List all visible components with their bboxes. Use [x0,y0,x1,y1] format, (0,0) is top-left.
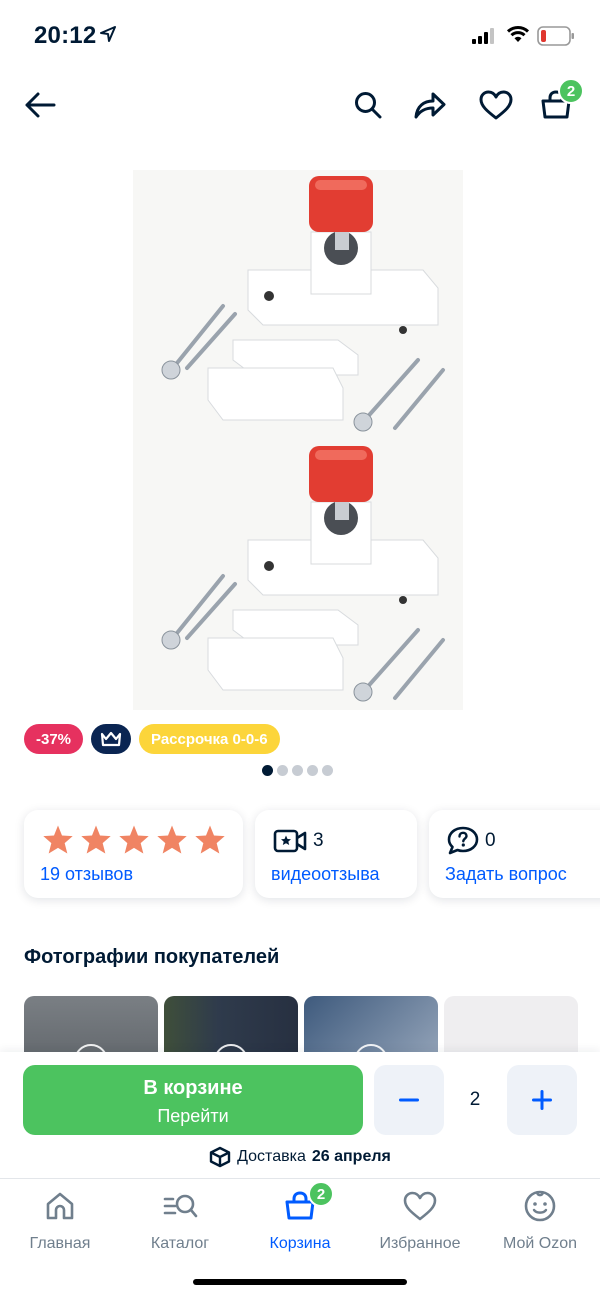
pagination-dot[interactable] [262,765,273,776]
cart-badge: 2 [558,78,584,104]
top-navigation: 2 [0,78,600,132]
pagination-dot[interactable] [307,765,318,776]
customer-photo[interactable] [304,996,438,1056]
heart-icon [403,1191,437,1221]
profile-icon [524,1190,556,1222]
increase-quantity-button[interactable] [507,1065,577,1135]
star-icon [157,825,187,854]
tab-label: Главная [29,1235,91,1252]
customer-photos-row [24,996,600,1056]
product-tags: -37% Рассрочка 0-0-6 [24,724,280,754]
video-reviews-card[interactable]: 3 видеоотзыва [255,810,417,898]
tab-my-ozon[interactable]: Мой Ozon [480,1187,600,1253]
cart-action-bar: В корзине Перейти 2 Доставка 26 апреля [0,1052,600,1178]
go-to-cart-label: Перейти [157,1106,229,1126]
tab-label: Каталог [150,1235,210,1252]
tab-label: Избранное [379,1235,461,1252]
cellular-signal-icon [472,28,494,44]
questions-card[interactable]: 0 Задать вопрос [429,810,600,898]
status-time: 20:12 [34,22,97,49]
favorite-button[interactable] [474,78,518,132]
in-cart-button[interactable]: В корзине Перейти [23,1065,363,1135]
battery-icon [537,26,574,46]
customer-photos-title: Фотографии покупателей [24,946,280,968]
video-reviews-label[interactable]: видеоотзыва [271,864,380,885]
delivery-info: Доставка 26 апреля [0,1146,600,1168]
tab-catalog[interactable]: Каталог [120,1187,240,1253]
ask-question-link[interactable]: Задать вопрос [445,864,567,885]
star-icon [119,825,149,854]
delivery-prefix: Доставка [237,1148,306,1165]
catalog-icon [163,1194,198,1218]
package-icon [209,1146,231,1168]
video-star-icon [273,829,307,853]
cart-button[interactable]: 2 [534,78,584,132]
pagination-dot[interactable] [322,765,333,776]
rating-stars [42,824,226,855]
wifi-icon [506,26,530,42]
question-bubble-icon [447,826,479,855]
pagination-dot[interactable] [277,765,288,776]
crown-icon [100,731,122,747]
video-reviews-count: 3 [313,830,324,851]
share-icon [414,92,446,119]
pagination-dot[interactable] [292,765,303,776]
tab-home[interactable]: Главная [0,1187,120,1253]
decrease-quantity-button[interactable] [374,1065,444,1135]
product-image-gallery[interactable] [133,170,463,710]
home-icon [46,1192,74,1220]
cart-tab-badge: 2 [308,1181,334,1207]
delivery-date: 26 апреля [311,1148,391,1165]
customer-photo[interactable] [164,996,298,1056]
tab-favorites[interactable]: Избранное [360,1187,480,1253]
location-arrow-icon [100,26,116,42]
product-image [133,440,463,710]
customer-photo[interactable] [24,996,158,1056]
discount-badge: -37% [24,724,84,754]
back-button[interactable] [18,78,62,132]
star-icon [195,825,225,854]
installment-badge[interactable]: Рассрочка 0-0-6 [139,724,280,754]
product-image [133,170,463,440]
tab-cart[interactable]: 2 Корзина [240,1181,360,1253]
share-button[interactable] [408,78,452,132]
questions-count: 0 [485,830,496,851]
info-cards: 19 отзывов 3 видеоотзыва 0 Задать вопрос [24,810,600,898]
home-indicator [193,1279,407,1285]
heart-icon [479,90,513,120]
in-cart-label: В корзине [143,1077,243,1099]
tab-label: Корзина [269,1235,331,1252]
customer-photo[interactable] [444,996,578,1056]
arrow-left-icon [25,92,56,118]
search-icon [355,92,382,119]
tab-label: Мой Ozon [502,1235,578,1252]
plus-icon [532,1090,552,1110]
star-icon [43,825,73,854]
gallery-pagination [262,765,333,776]
quantity-value: 2 [469,1089,481,1110]
star-icon [81,825,111,854]
search-button[interactable] [346,78,390,132]
premium-badge [91,724,132,754]
reviews-link[interactable]: 19 отзывов [40,864,133,885]
rating-card[interactable]: 19 отзывов [24,810,243,898]
minus-icon [399,1098,419,1102]
status-bar: 20:12 [0,0,600,70]
